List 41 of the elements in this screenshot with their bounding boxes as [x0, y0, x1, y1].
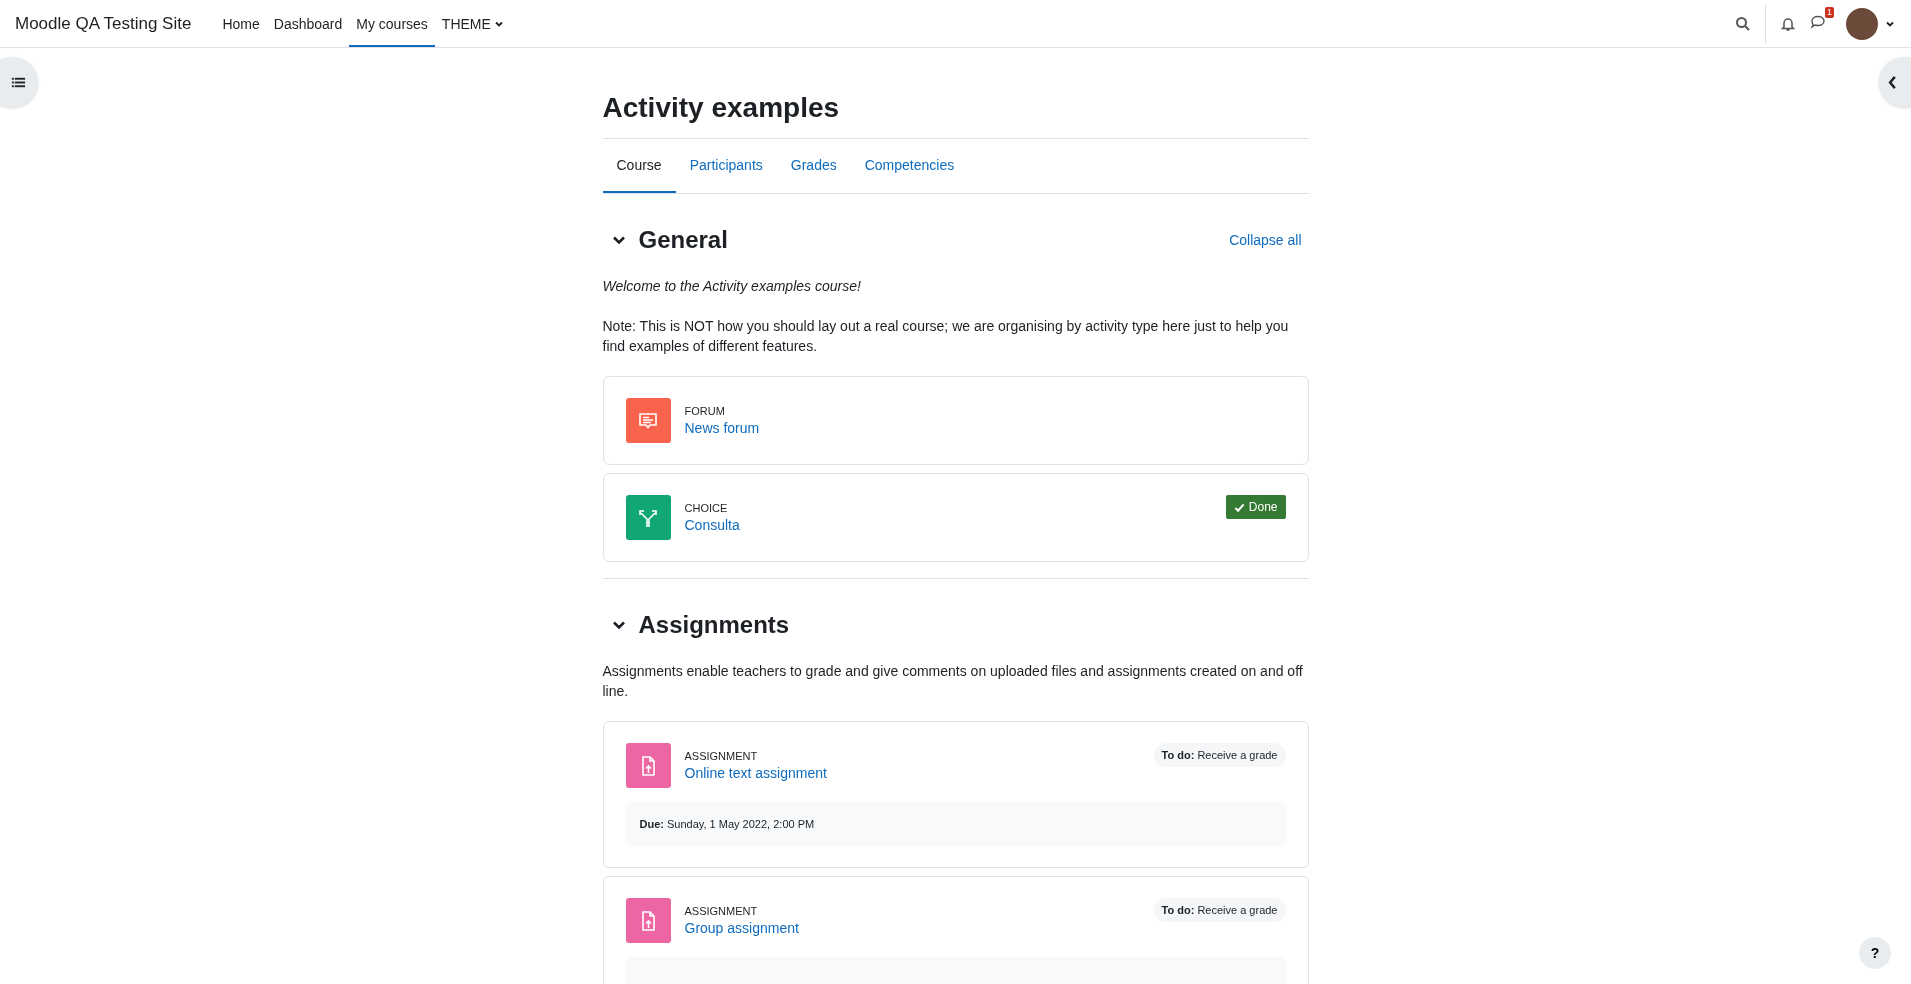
activity-type: FORUM	[684, 405, 726, 418]
avatar[interactable]	[1846, 7, 1878, 40]
activity-type: ASSIGNMENT	[684, 905, 759, 918]
course-index-toggle[interactable]	[0, 57, 38, 107]
activity-type: ASSIGNMENT	[684, 750, 759, 763]
collapse-all-link[interactable]: Collapse all	[1229, 232, 1302, 249]
todo-badge: To do: Receive a grade	[1153, 898, 1286, 923]
bell-icon[interactable]	[1780, 15, 1796, 32]
activity-icon	[625, 743, 671, 789]
activity-link[interactable]: News forum	[684, 420, 760, 437]
nav-link[interactable]: THEME	[434, 2, 511, 47]
activity-icon	[625, 495, 671, 541]
course-title: Activity examples	[602, 91, 841, 125]
section-summary: Note: This is NOT how you should lay out a real course; we are organising by activity type here just to help you find examples of different features.	[602, 317, 1290, 357]
check-icon	[1233, 501, 1245, 513]
activity-type: CHOICE	[684, 502, 729, 515]
todo-badge: To do: Receive a grade	[1153, 743, 1286, 768]
activity-icon	[625, 898, 671, 944]
activity-link[interactable]: Group assignment	[684, 920, 799, 937]
activity-link[interactable]: Online text assignment	[684, 765, 827, 782]
help-button[interactable]: ?	[1859, 937, 1891, 969]
course-tab[interactable]: Course	[602, 139, 676, 194]
section-summary: Assignments enable teachers to grade and give comments on uploaded files and assignments created on and off line.	[602, 662, 1304, 702]
chat-icon[interactable]	[1810, 14, 1826, 30]
section-title[interactable]: Assignments	[638, 611, 790, 640]
section-summary: Welcome to the Activity examples course!	[602, 277, 862, 297]
done-label: Done	[1248, 500, 1278, 515]
site-name[interactable]: Moodle QA Testing Site	[15, 13, 192, 34]
activity-link[interactable]: Consulta	[684, 517, 740, 534]
nav-link[interactable]: Dashboard	[266, 2, 350, 47]
section-title[interactable]: General	[638, 226, 728, 255]
course-tab[interactable]: Participants	[675, 139, 777, 194]
chevron-left-icon	[1887, 74, 1897, 90]
due-date: Due: Sunday, 1 May 2022, 2:00 PM	[639, 818, 815, 831]
course-tab[interactable]: Competencies	[850, 139, 969, 194]
search-icon[interactable]	[1735, 15, 1751, 32]
activity-icon	[625, 398, 671, 444]
course-tab[interactable]: Grades	[776, 139, 851, 194]
message-count-badge: 1	[1825, 7, 1834, 18]
nav-link[interactable]: My courses	[349, 2, 435, 47]
nav-link[interactable]: Home	[215, 2, 267, 47]
